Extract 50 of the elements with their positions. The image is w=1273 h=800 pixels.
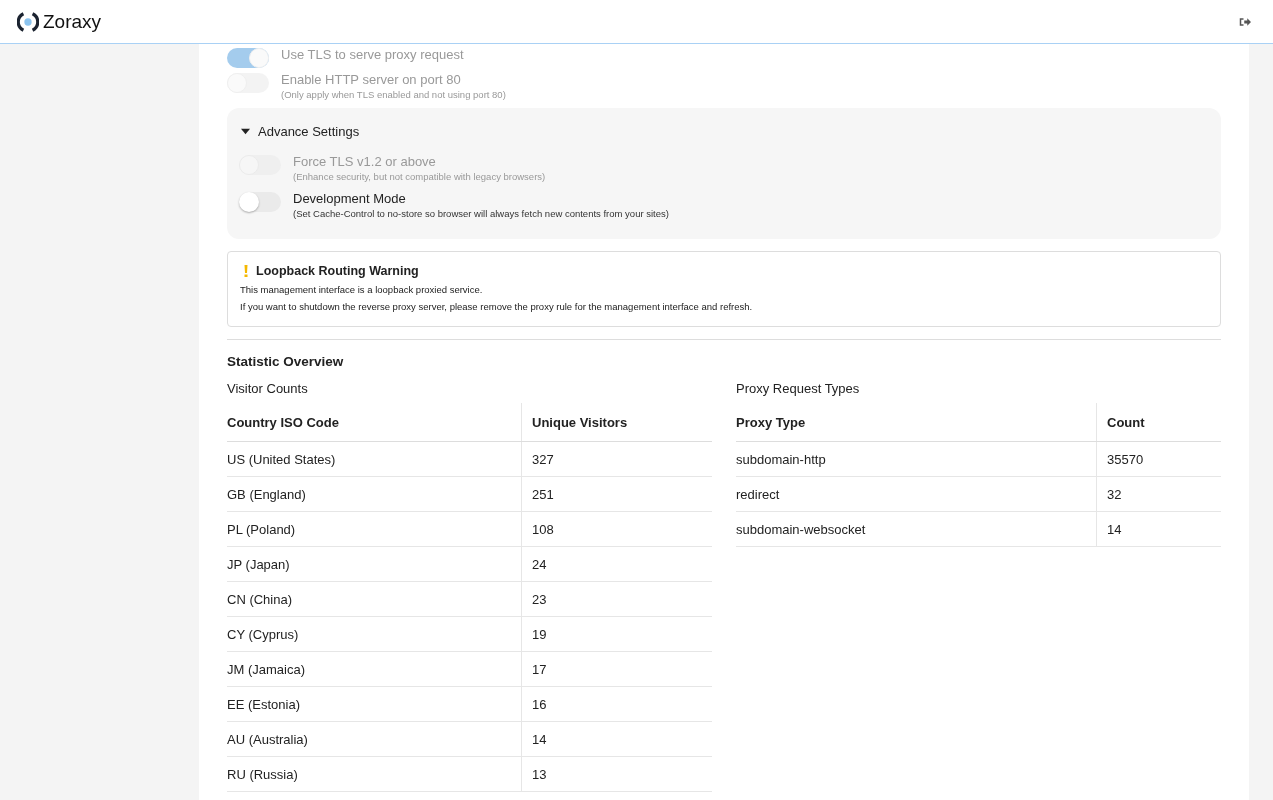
table-cell: RU (Russia)	[227, 756, 522, 792]
toggle-label: Force TLS v1.2 or above	[293, 153, 437, 171]
table-cell: PL (Poland)	[227, 511, 522, 547]
sign-out-icon	[1239, 15, 1251, 28]
table-cell: JP (Japan)	[227, 546, 522, 582]
accordion-title[interactable]: Advance Settings	[239, 124, 360, 139]
table-cell: 19	[521, 616, 712, 652]
warning-text: If you want to shutdown the reverse proxy server, please remove the proxy rule for the management interface and refresh.	[240, 301, 754, 312]
exclamation-icon	[244, 265, 248, 277]
table-cell: subdomain-websocket	[736, 511, 1097, 547]
table-title: Visitor Counts	[227, 381, 309, 396]
column-header: Unique Visitors	[521, 403, 712, 442]
column-header: Count	[1096, 403, 1221, 442]
toggle-hint: (Set Cache-Control to no-store so browser will always fetch new contents from your sites)	[293, 208, 669, 219]
toggle-switch[interactable]	[239, 192, 281, 212]
table-cell: GB (England)	[227, 476, 522, 512]
table-cell: JM (Jamaica)	[227, 651, 522, 687]
brand-name: Zoraxy	[43, 10, 102, 33]
table-cell: US (United States)	[227, 441, 522, 477]
table-cell: 24	[521, 546, 712, 582]
table-cell: CY (Cyprus)	[227, 616, 522, 652]
column-header: Country ISO Code	[227, 403, 522, 442]
table-cell: 32	[1096, 476, 1221, 512]
warning-title: Loopback Routing Warning	[256, 264, 419, 278]
table-cell: redirect	[736, 476, 1097, 512]
table-cell: 35570	[1096, 441, 1221, 477]
table-cell: EE (Estonia)	[227, 686, 522, 722]
warning-text: This management interface is a loopback proxied service.	[240, 284, 484, 295]
table-cell: 108	[521, 511, 712, 547]
table-cell: AU (Australia)	[227, 721, 522, 757]
toggle-label: Use TLS to serve proxy request	[281, 46, 464, 64]
toggle-hint: (Enhance security, but not compatible with legacy browsers)	[293, 171, 546, 182]
toggle-hint: (Only apply when TLS enabled and not using port 80)	[281, 89, 506, 100]
table-cell: 14	[1096, 511, 1221, 547]
table-cell: 17	[521, 651, 712, 687]
table-cell: 16	[521, 686, 712, 722]
table-cell: 23	[521, 581, 712, 617]
logo-icon	[17, 10, 39, 33]
column-header: Proxy Type	[736, 403, 1097, 442]
toggle-label: Enable HTTP server on port 80	[281, 71, 462, 89]
table-cell: subdomain-http	[736, 441, 1097, 477]
section-title: Statistic Overview	[227, 354, 345, 369]
table-cell: 14	[521, 721, 712, 757]
table-title: Proxy Request Types	[736, 381, 861, 396]
caret-icon	[241, 127, 250, 136]
table-cell: CN (China)	[227, 581, 522, 617]
table-cell: 13	[521, 756, 712, 792]
table-cell: 327	[521, 441, 712, 477]
table-cell: 251	[521, 476, 712, 512]
toggle-label: Development Mode	[293, 190, 407, 208]
